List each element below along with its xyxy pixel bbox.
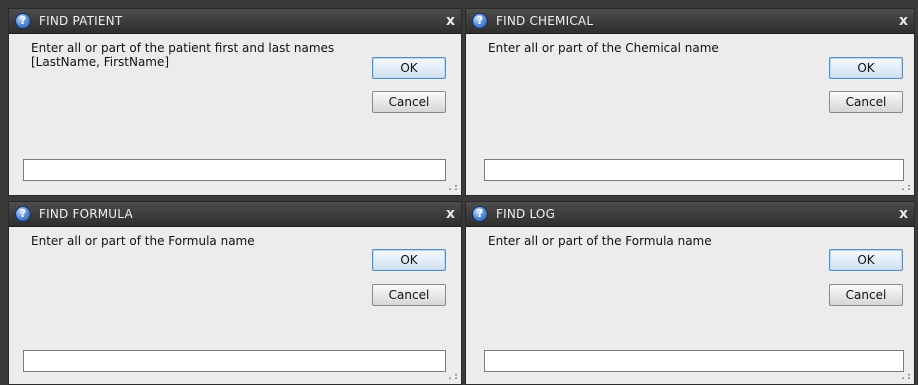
titlebar[interactable]: ? FIND CHEMICAL x <box>466 9 914 34</box>
titlebar[interactable]: ? FIND FORMULA x <box>9 202 461 227</box>
cancel-button[interactable]: Cancel <box>372 91 446 113</box>
dialog-title: FIND LOG <box>496 207 556 221</box>
search-input[interactable] <box>484 159 904 181</box>
close-icon[interactable]: x <box>446 202 455 226</box>
prompt-text: Enter all or part of the Formula name <box>31 234 255 248</box>
ok-button[interactable]: OK <box>829 249 903 271</box>
find-patient-dialog: ? FIND PATIENT x Enter all or part of th… <box>8 8 462 196</box>
close-icon[interactable]: x <box>899 9 908 33</box>
prompt-text: Enter all or part of the Chemical name <box>488 41 719 55</box>
help-question-icon: ? <box>15 13 31 29</box>
prompt-text: Enter all or part of the Formula name <box>488 234 712 248</box>
help-question-icon: ? <box>15 206 31 222</box>
find-formula-dialog: ? FIND FORMULA x Enter all or part of th… <box>8 201 462 385</box>
resize-grip-icon[interactable]: .: <box>900 183 912 193</box>
ok-button[interactable]: OK <box>829 57 903 79</box>
close-icon[interactable]: x <box>446 9 455 33</box>
titlebar[interactable]: ? FIND PATIENT x <box>9 9 461 34</box>
help-question-icon: ? <box>472 13 488 29</box>
cancel-button[interactable]: Cancel <box>829 91 903 113</box>
search-input[interactable] <box>23 350 446 372</box>
ok-button[interactable]: OK <box>372 57 446 79</box>
find-log-dialog: ? FIND LOG x Enter all or part of the Fo… <box>465 201 915 385</box>
prompt-text: Enter all or part of the patient first a… <box>31 41 335 69</box>
resize-grip-icon[interactable]: .: <box>447 372 459 382</box>
ok-button[interactable]: OK <box>372 249 446 271</box>
cancel-button[interactable]: Cancel <box>829 284 903 306</box>
search-input[interactable] <box>484 350 904 372</box>
dialog-title: FIND CHEMICAL <box>496 14 594 28</box>
dialog-title: FIND PATIENT <box>39 14 123 28</box>
find-chemical-dialog: ? FIND CHEMICAL x Enter all or part of t… <box>465 8 915 196</box>
resize-grip-icon[interactable]: .: <box>447 183 459 193</box>
help-question-icon: ? <box>472 206 488 222</box>
resize-grip-icon[interactable]: .: <box>900 372 912 382</box>
dialog-title: FIND FORMULA <box>39 207 133 221</box>
cancel-button[interactable]: Cancel <box>372 284 446 306</box>
search-input[interactable] <box>23 159 446 181</box>
close-icon[interactable]: x <box>899 202 908 226</box>
titlebar[interactable]: ? FIND LOG x <box>466 202 914 227</box>
